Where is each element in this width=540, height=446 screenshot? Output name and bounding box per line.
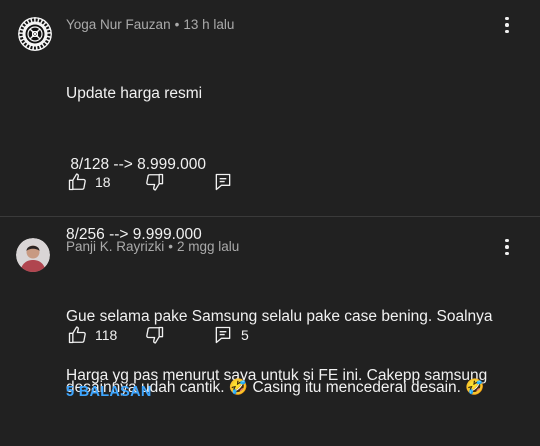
like-icon: [68, 326, 86, 344]
like-count: 118: [95, 327, 118, 343]
like-count: 18: [95, 174, 111, 190]
separator-dot: •: [168, 239, 174, 254]
reply-button[interactable]: 5: [213, 325, 249, 345]
dislike-icon: [146, 326, 164, 344]
avatar[interactable]: [16, 238, 50, 272]
comment-meta: Panji K. Rayrizki • 2 mgg lalu: [66, 239, 239, 254]
comment-line: Gue selama pake Samsung selalu pake case…: [66, 308, 493, 325]
reply-icon: [215, 173, 231, 191]
avatar[interactable]: [18, 17, 52, 51]
logo-avatar-icon: [18, 17, 52, 51]
dislike-icon: [146, 173, 164, 191]
more-options-icon[interactable]: [499, 15, 515, 35]
comment-line: Update harga resmi: [66, 85, 203, 102]
more-options-icon[interactable]: [499, 237, 515, 257]
dislike-button[interactable]: [145, 325, 165, 345]
author-name[interactable]: Yoga Nur Fauzan: [66, 17, 171, 32]
like-button[interactable]: 18: [67, 172, 111, 192]
divider: [0, 216, 540, 217]
author-name[interactable]: Panji K. Rayrizki: [66, 239, 164, 254]
profile-photo-icon: [16, 238, 50, 272]
comment-text: Gue selama pake Samsung selalu pake case…: [66, 258, 516, 446]
reply-count: 5: [241, 327, 249, 343]
like-button[interactable]: 118: [67, 325, 117, 345]
timestamp[interactable]: 2 mgg lalu: [177, 239, 239, 254]
reply-icon: [215, 326, 231, 344]
reply-button[interactable]: [213, 172, 233, 192]
like-icon: [68, 173, 86, 191]
dislike-button[interactable]: [145, 172, 165, 192]
comment-meta: Yoga Nur Fauzan • 13 h lalu: [66, 17, 234, 32]
timestamp[interactable]: 13 h lalu: [183, 17, 234, 32]
separator-dot: •: [174, 17, 180, 32]
comment-line: 8/128 --> 8.999.000: [66, 155, 207, 173]
view-replies-button[interactable]: 5 BALASAN: [66, 384, 152, 400]
